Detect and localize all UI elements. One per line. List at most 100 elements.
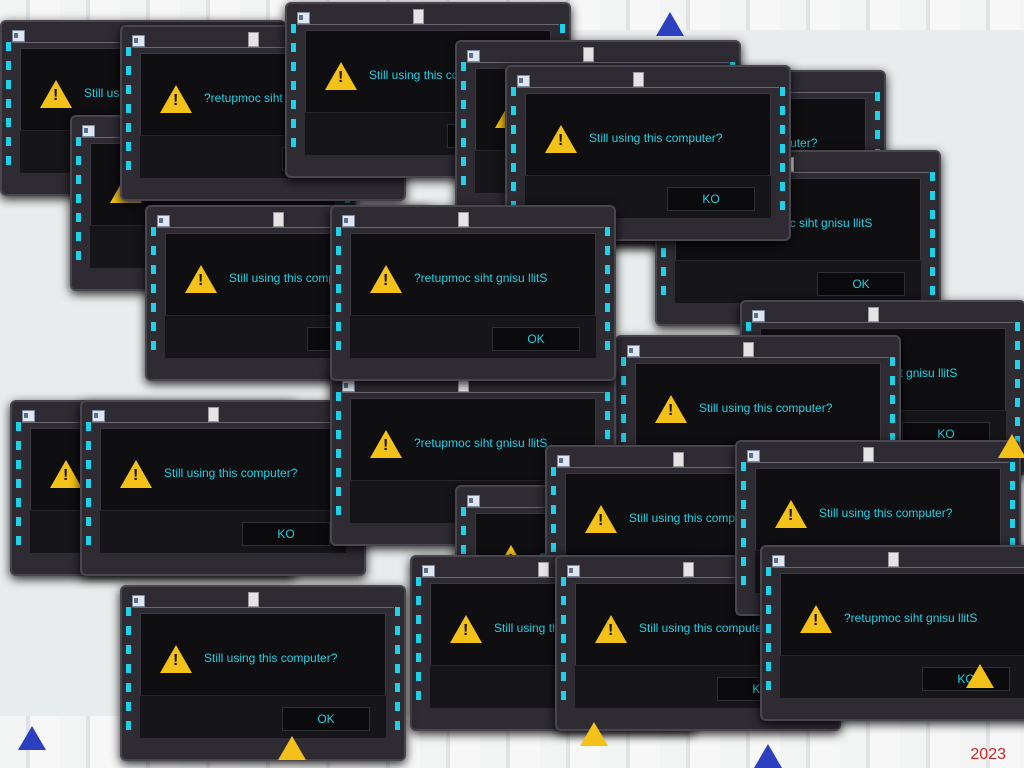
dialog-message: Still using this computer? <box>699 401 833 415</box>
dialog-titlebar[interactable] <box>92 406 354 423</box>
ok-button[interactable]: KO <box>242 522 330 546</box>
window-icon <box>567 565 580 577</box>
dialog-frame-stripes <box>766 567 771 695</box>
warning-icon: ! <box>370 265 402 293</box>
close-icon[interactable] <box>458 212 469 227</box>
alert-dialog: ! ?retupmoc siht gnisu llitS OK <box>330 205 616 381</box>
window-icon <box>627 345 640 357</box>
close-icon[interactable] <box>863 447 874 462</box>
ok-button[interactable]: KO <box>667 187 755 211</box>
window-icon <box>297 12 310 24</box>
dialog-frame-stripes <box>16 422 21 550</box>
alert-dialog: ! Still using this computer? KO <box>80 400 366 576</box>
warning-icon <box>580 722 608 746</box>
warning-icon: ! <box>325 62 357 90</box>
close-icon[interactable] <box>683 562 694 577</box>
close-icon[interactable] <box>273 212 284 227</box>
warning-icon: ! <box>595 615 627 643</box>
dialog-frame-stripes <box>336 392 341 520</box>
dialog-frame-stripes <box>741 462 746 590</box>
window-icon <box>772 555 785 567</box>
dialog-titlebar[interactable] <box>747 446 1009 463</box>
window-icon <box>22 410 35 422</box>
window-icon <box>132 595 145 607</box>
close-icon[interactable] <box>248 32 259 47</box>
warning-icon: ! <box>800 605 832 633</box>
close-icon[interactable] <box>868 307 879 322</box>
close-icon[interactable] <box>248 592 259 607</box>
warning-icon: ! <box>50 460 82 488</box>
dialog-frame-stripes <box>511 87 516 215</box>
dialog-titlebar[interactable] <box>342 211 604 228</box>
dialog-frame-stripes <box>1015 322 1020 450</box>
warning-icon <box>656 12 684 36</box>
window-icon <box>752 310 765 322</box>
dialog-frame-stripes <box>6 42 11 170</box>
close-icon[interactable] <box>743 342 754 357</box>
warning-icon <box>18 726 46 750</box>
window-icon <box>82 125 95 137</box>
window-icon <box>342 215 355 227</box>
ok-button[interactable]: OK <box>492 327 580 351</box>
taskbar-date: 2023 <box>970 746 1006 763</box>
dialog-titlebar[interactable] <box>297 8 559 25</box>
warning-icon: ! <box>545 125 577 153</box>
dialog-message: ?retupmoc siht gnisu llitS <box>414 271 548 285</box>
dialog-frame-stripes <box>461 62 466 190</box>
dialog-frame-stripes <box>76 137 81 265</box>
dialog-frame-stripes <box>126 47 131 175</box>
warning-icon: ! <box>160 85 192 113</box>
alert-dialog: ! ?retupmoc siht gnisu llitS KO <box>760 545 1024 721</box>
dialog-titlebar[interactable] <box>752 306 1014 323</box>
dialog-titlebar[interactable] <box>132 591 394 608</box>
dialog-frame-stripes <box>291 24 296 152</box>
dialog-frame-stripes <box>780 87 785 215</box>
dialog-message: Still using this computer? <box>589 131 723 145</box>
warning-icon: ! <box>120 460 152 488</box>
dialog-frame-stripes <box>126 607 131 735</box>
warning-icon: ! <box>40 80 72 108</box>
dialog-titlebar[interactable] <box>467 46 729 63</box>
window-icon <box>422 565 435 577</box>
close-icon[interactable] <box>208 407 219 422</box>
warning-icon: ! <box>450 615 482 643</box>
warning-icon <box>278 736 306 760</box>
warning-icon: ! <box>655 395 687 423</box>
window-icon <box>92 410 105 422</box>
dialog-titlebar[interactable] <box>517 71 779 88</box>
dialog-frame-stripes <box>930 172 935 300</box>
close-icon[interactable] <box>583 47 594 62</box>
warning-icon: ! <box>160 645 192 673</box>
warning-icon: ! <box>370 430 402 458</box>
dialog-titlebar[interactable] <box>627 341 889 358</box>
window-icon <box>467 495 480 507</box>
dialog-frame-stripes <box>605 227 610 355</box>
window-icon <box>747 450 760 462</box>
warning-icon: ! <box>585 505 617 533</box>
close-icon[interactable] <box>538 562 549 577</box>
ok-button[interactable]: OK <box>817 272 905 296</box>
alert-dialog: ! Still using this computer? OK <box>120 585 406 761</box>
window-icon <box>342 380 355 392</box>
close-icon[interactable] <box>633 72 644 87</box>
warning-icon: ! <box>775 500 807 528</box>
window-icon <box>132 35 145 47</box>
dialog-frame-stripes <box>151 227 156 355</box>
ok-button[interactable]: OK <box>282 707 370 731</box>
dialog-message: ?retupmoc siht gnisu llitS <box>844 611 978 625</box>
dialog-frame-stripes <box>561 577 566 705</box>
dialog-message: Still using this computer? <box>164 466 298 480</box>
dialog-frame-stripes <box>86 422 91 550</box>
window-icon <box>557 455 570 467</box>
warning-icon <box>754 744 782 768</box>
warning-icon <box>998 434 1024 458</box>
dialog-frame-stripes <box>416 577 421 705</box>
dialog-message: Still using this computer? <box>204 651 338 665</box>
close-icon[interactable] <box>413 9 424 24</box>
close-icon[interactable] <box>888 552 899 567</box>
dialog-message: Still using this computer? <box>819 506 953 520</box>
window-icon <box>517 75 530 87</box>
close-icon[interactable] <box>673 452 684 467</box>
dialog-frame-stripes <box>336 227 341 355</box>
window-icon <box>157 215 170 227</box>
